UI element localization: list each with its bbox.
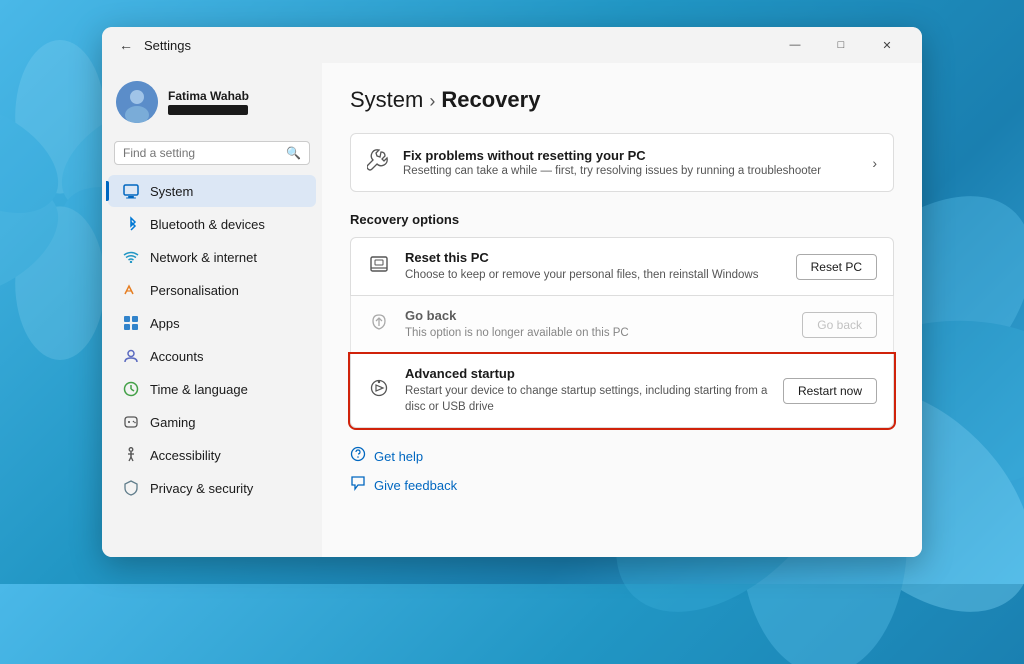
sidebar-item-network[interactable]: Network & internet <box>108 241 316 273</box>
recovery-options-label: Recovery options <box>350 212 894 227</box>
apps-icon <box>122 314 140 332</box>
reset-pc-icon <box>367 254 391 280</box>
get-help-label: Get help <box>374 449 423 464</box>
fix-icon <box>367 149 389 177</box>
search-icon: 🔍 <box>286 146 301 160</box>
go-back-body: Go back This option is no longer availab… <box>405 308 788 341</box>
accessibility-icon <box>122 446 140 464</box>
sidebar-item-accessibility[interactable]: Accessibility <box>108 439 316 471</box>
sidebar-item-bluetooth[interactable]: Bluetooth & devices <box>108 208 316 240</box>
sidebar-item-privacy[interactable]: Privacy & security <box>108 472 316 504</box>
privacy-icon <box>122 479 140 497</box>
back-button[interactable]: ← <box>114 33 138 57</box>
bluetooth-icon <box>122 215 140 233</box>
main-content: System › Recovery Fix problems without r… <box>322 63 922 557</box>
give-feedback-icon <box>350 475 366 496</box>
network-icon <box>122 248 140 266</box>
go-back-description: This option is no longer available on th… <box>405 325 788 341</box>
sidebar-label-accounts: Accounts <box>150 349 203 364</box>
get-help-icon <box>350 446 366 467</box>
page-header: System › Recovery <box>350 87 894 113</box>
restart-now-button[interactable]: Restart now <box>783 378 877 404</box>
reset-pc-description: Choose to keep or remove your personal f… <box>405 267 782 283</box>
sidebar-item-gaming[interactable]: Gaming <box>108 406 316 438</box>
sidebar-label-time: Time & language <box>150 382 248 397</box>
reset-pc-body: Reset this PC Choose to keep or remove y… <box>405 250 782 283</box>
user-section: Fatima Wahab <box>102 71 322 137</box>
sidebar-label-system: System <box>150 184 193 199</box>
reset-pc-title: Reset this PC <box>405 250 782 265</box>
avatar <box>116 81 158 123</box>
title-bar: ← Settings — □ ✕ <box>102 27 922 63</box>
advanced-startup-option: Advanced startup Restart your device to … <box>350 354 894 428</box>
sidebar-label-bluetooth: Bluetooth & devices <box>150 217 265 232</box>
close-button[interactable]: ✕ <box>864 29 910 61</box>
give-feedback-link[interactable]: Give feedback <box>350 475 894 496</box>
sidebar-label-personalisation: Personalisation <box>150 283 239 298</box>
sidebar-label-gaming: Gaming <box>150 415 196 430</box>
sidebar-label-apps: Apps <box>150 316 180 331</box>
fix-problems-card[interactable]: Fix problems without resetting your PC R… <box>350 133 894 192</box>
sidebar-item-time[interactable]: Time & language <box>108 373 316 405</box>
system-icon <box>122 182 140 200</box>
gaming-icon <box>122 413 140 431</box>
advanced-startup-description: Restart your device to change startup se… <box>405 383 769 415</box>
window-controls: — □ ✕ <box>772 29 910 61</box>
search-box[interactable]: 🔍 <box>114 141 310 165</box>
breadcrumb-separator: › <box>429 91 435 112</box>
go-back-title: Go back <box>405 308 788 323</box>
sidebar-label-privacy: Privacy & security <box>150 481 253 496</box>
footer-links: Get help Give feedback <box>350 446 894 496</box>
fix-card-description: Resetting can take a while — first, try … <box>403 165 858 177</box>
minimize-button[interactable]: — <box>772 29 818 61</box>
user-info: Fatima Wahab <box>168 89 249 115</box>
time-icon <box>122 380 140 398</box>
fix-card-chevron-icon: › <box>872 155 877 171</box>
reset-pc-button[interactable]: Reset PC <box>796 254 877 280</box>
go-back-button[interactable]: Go back <box>802 312 877 338</box>
sidebar-item-apps[interactable]: Apps <box>108 307 316 339</box>
go-back-option: Go back This option is no longer availab… <box>350 296 894 354</box>
advanced-startup-title: Advanced startup <box>405 366 769 381</box>
sidebar-item-personalisation[interactable]: Personalisation <box>108 274 316 306</box>
sidebar-item-accounts[interactable]: Accounts <box>108 340 316 372</box>
sidebar: Fatima Wahab 🔍 System <box>102 63 322 557</box>
settings-window: ← Settings — □ ✕ Fatima Wahab <box>102 27 922 557</box>
window-body: Fatima Wahab 🔍 System <box>102 63 922 557</box>
page-title: Recovery <box>441 87 540 113</box>
reset-pc-option: Reset this PC Choose to keep or remove y… <box>350 237 894 296</box>
accounts-icon <box>122 347 140 365</box>
sidebar-label-network: Network & internet <box>150 250 257 265</box>
advanced-startup-body: Advanced startup Restart your device to … <box>405 366 769 415</box>
maximize-button[interactable]: □ <box>818 29 864 61</box>
get-help-link[interactable]: Get help <box>350 446 894 467</box>
fix-card-title: Fix problems without resetting your PC <box>403 148 858 163</box>
window-title: Settings <box>144 38 772 53</box>
breadcrumb-system: System <box>350 87 423 113</box>
search-input[interactable] <box>123 146 280 160</box>
sidebar-label-accessibility: Accessibility <box>150 448 221 463</box>
personalisation-icon <box>122 281 140 299</box>
recovery-options-list: Reset this PC Choose to keep or remove y… <box>350 237 894 428</box>
give-feedback-label: Give feedback <box>374 478 457 493</box>
fix-card-text: Fix problems without resetting your PC R… <box>403 148 858 177</box>
user-name: Fatima Wahab <box>168 89 249 103</box>
go-back-icon <box>367 312 391 338</box>
user-email-masked <box>168 105 248 115</box>
advanced-startup-icon <box>367 378 391 404</box>
sidebar-item-system[interactable]: System <box>108 175 316 207</box>
